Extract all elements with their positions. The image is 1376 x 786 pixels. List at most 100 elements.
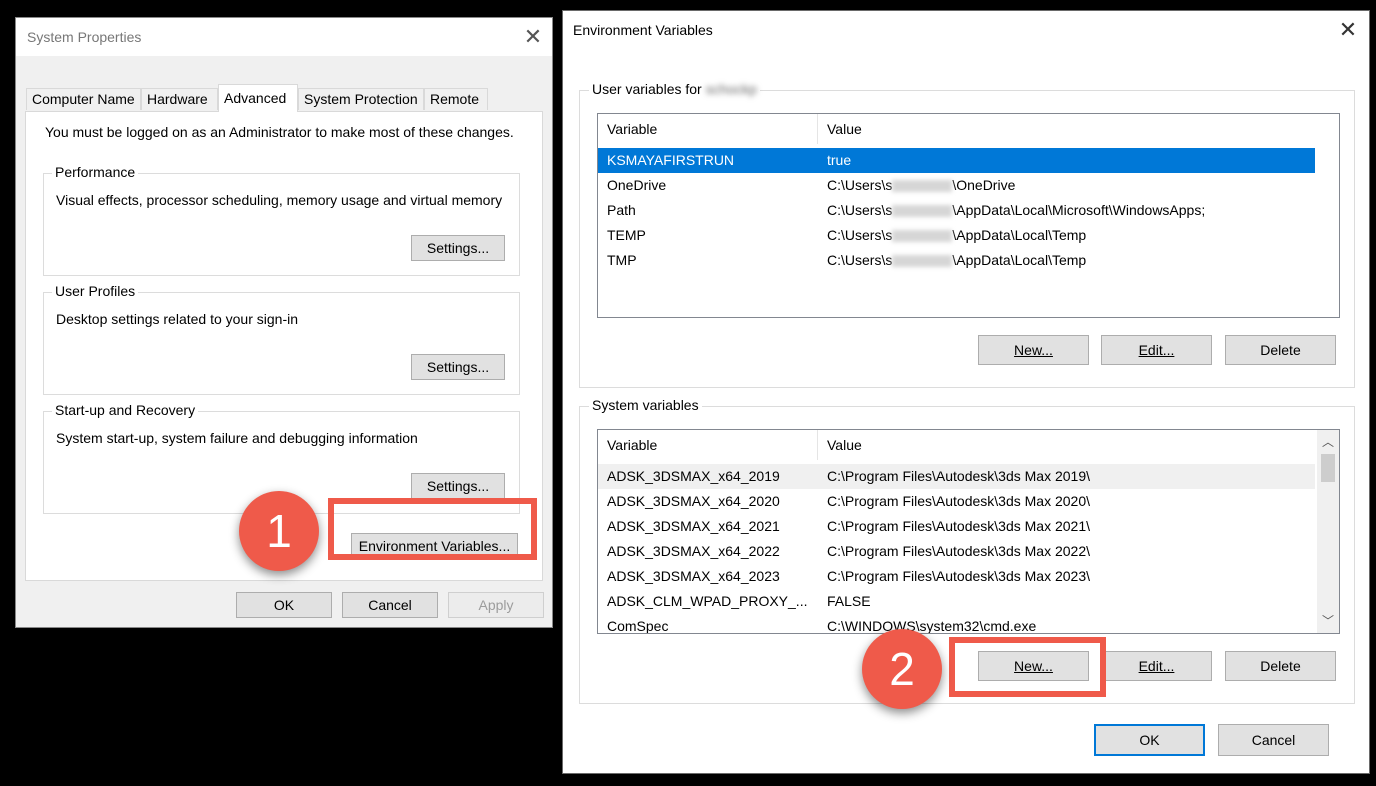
user-profiles-settings-button[interactable]: Settings...	[411, 354, 505, 380]
value-prefix: C:\Users\s	[827, 227, 892, 243]
list-item[interactable]: ADSK_CLM_WPAD_PROXY_... FALSE	[598, 589, 1315, 614]
value-prefix: C:\Users\s	[827, 177, 892, 193]
value-suffix: \AppData\Local\Microsoft\WindowsApps;	[952, 202, 1205, 218]
variable-name: OneDrive	[607, 173, 666, 198]
variable-value: C:\Users\s \OneDrive	[827, 173, 1015, 198]
user-variables-group: User variables for schockp Variable Valu…	[579, 90, 1355, 388]
user-new-label: New...	[1014, 342, 1053, 358]
column-header-variable[interactable]: Variable	[598, 114, 818, 144]
list-item[interactable]: OneDrive C:\Users\s \OneDrive	[598, 173, 1315, 198]
variable-value: FALSE	[827, 589, 871, 614]
close-icon[interactable]: ✕	[1337, 19, 1359, 41]
tab-computer-name[interactable]: Computer Name	[26, 88, 141, 110]
system-variables-label: System variables	[589, 397, 702, 413]
startup-recovery-settings-button[interactable]: Settings...	[411, 473, 505, 499]
user-delete-label: Delete	[1260, 342, 1300, 358]
list-item[interactable]: ADSK_3DSMAX_x64_2019 C:\Program Files\Au…	[598, 464, 1315, 489]
user-profiles-desc: Desktop settings related to your sign-in	[56, 311, 298, 327]
system-new-highlight	[949, 637, 1106, 697]
tab-system-protection[interactable]: System Protection	[298, 88, 424, 110]
system-variables-list[interactable]: Variable Value ADSK_3DSMAX_x64_2019 C:\P…	[597, 429, 1340, 634]
variable-value: C:\Program Files\Autodesk\3ds Max 2022\	[827, 539, 1090, 564]
column-header-value[interactable]: Value	[818, 114, 1318, 144]
chevron-down-icon[interactable]: ﹀	[1317, 611, 1339, 631]
variable-value: C:\Program Files\Autodesk\3ds Max 2023\	[827, 564, 1090, 589]
startup-recovery-label: Start-up and Recovery	[52, 402, 198, 418]
scrollbar-thumb[interactable]	[1321, 454, 1335, 482]
apply-button[interactable]: Apply	[448, 592, 544, 618]
variable-name: ComSpec	[607, 614, 668, 634]
startup-recovery-desc: System start-up, system failure and debu…	[56, 430, 418, 446]
variable-value: C:\Program Files\Autodesk\3ds Max 2019\	[827, 464, 1090, 489]
performance-desc: Visual effects, processor scheduling, me…	[56, 192, 502, 208]
variable-name: ADSK_3DSMAX_x64_2020	[607, 489, 780, 514]
value-prefix: C:\Users\s	[827, 202, 892, 218]
environment-variables-highlight	[328, 498, 537, 560]
performance-settings-button[interactable]: Settings...	[411, 235, 505, 261]
system-edit-button[interactable]: Edit...	[1101, 651, 1212, 681]
tab-remote[interactable]: Remote	[424, 88, 488, 110]
value-suffix: \AppData\Local\Temp	[952, 227, 1086, 243]
list-item[interactable]: TEMP C:\Users\s \AppData\Local\Temp	[598, 223, 1315, 248]
user-new-button[interactable]: New...	[978, 335, 1089, 365]
list-item[interactable]: ComSpec C:\WINDOWS\system32\cmd.exe	[598, 614, 1315, 634]
list-item[interactable]: ADSK_3DSMAX_x64_2023 C:\Program Files\Au…	[598, 564, 1315, 589]
chevron-up-icon[interactable]: ︿	[1317, 432, 1339, 452]
environment-variables-title: Environment Variables	[573, 22, 713, 38]
variable-name: Path	[607, 198, 636, 223]
variable-value: C:\Users\s \AppData\Local\Temp	[827, 223, 1086, 248]
performance-group: Performance Visual effects, processor sc…	[43, 173, 520, 276]
list-item[interactable]: ADSK_3DSMAX_x64_2022 C:\Program Files\Au…	[598, 539, 1315, 564]
env-cancel-button[interactable]: Cancel	[1218, 724, 1329, 756]
list-item[interactable]: ADSK_3DSMAX_x64_2020 C:\Program Files\Au…	[598, 489, 1315, 514]
variable-value: C:\Users\s \AppData\Local\Microsoft\Windo…	[827, 198, 1205, 223]
user-variables-list[interactable]: Variable Value KSMAYAFIRSTRUN true OneDr…	[597, 113, 1340, 318]
column-header-variable[interactable]: Variable	[598, 430, 818, 460]
variable-value: C:\Program Files\Autodesk\3ds Max 2021\	[827, 514, 1090, 539]
step-1-badge: 1	[239, 491, 319, 571]
redacted-username	[892, 255, 952, 267]
admin-note: You must be logged on as an Administrato…	[45, 124, 514, 140]
system-delete-label: Delete	[1260, 658, 1300, 674]
variable-name: ADSK_CLM_WPAD_PROXY_...	[607, 589, 807, 614]
list-item[interactable]: Path C:\Users\s \AppData\Local\Microsoft\…	[598, 198, 1315, 223]
value-prefix: C:\Users\s	[827, 252, 892, 268]
redacted-username	[892, 205, 952, 217]
variable-value: C:\WINDOWS\system32\cmd.exe	[827, 614, 1036, 634]
variable-name: TMP	[607, 248, 637, 273]
variable-value: true	[827, 148, 851, 173]
user-variables-username: schockp	[706, 81, 757, 97]
value-suffix: \AppData\Local\Temp	[952, 252, 1086, 268]
variable-name: ADSK_3DSMAX_x64_2023	[607, 564, 780, 589]
system-properties-title: System Properties	[27, 29, 141, 45]
env-ok-button[interactable]: OK	[1094, 724, 1205, 756]
user-edit-label: Edit...	[1139, 342, 1175, 358]
variable-name: KSMAYAFIRSTRUN	[607, 148, 734, 173]
variable-name: ADSK_3DSMAX_x64_2021	[607, 514, 780, 539]
close-icon[interactable]: ✕	[522, 26, 544, 48]
user-delete-button[interactable]: Delete	[1225, 335, 1336, 365]
performance-label: Performance	[52, 164, 138, 180]
user-profiles-label: User Profiles	[52, 283, 138, 299]
value-suffix: \OneDrive	[952, 177, 1015, 193]
ok-button[interactable]: OK	[236, 592, 332, 618]
redacted-username	[892, 230, 952, 242]
cancel-button[interactable]: Cancel	[342, 592, 438, 618]
vertical-scrollbar[interactable]: ︿ ﹀	[1317, 430, 1339, 633]
variable-name: TEMP	[607, 223, 646, 248]
redacted-username	[892, 180, 952, 192]
list-item[interactable]: ADSK_3DSMAX_x64_2021 C:\Program Files\Au…	[598, 514, 1315, 539]
tab-advanced[interactable]: Advanced	[218, 84, 298, 112]
list-item[interactable]: TMP C:\Users\s \AppData\Local\Temp	[598, 248, 1315, 273]
user-variables-label-text: User variables for	[592, 81, 702, 97]
column-header-value[interactable]: Value	[818, 430, 1318, 460]
step-2-badge: 2	[862, 629, 942, 709]
variable-name: ADSK_3DSMAX_x64_2022	[607, 539, 780, 564]
user-profiles-group: User Profiles Desktop settings related t…	[43, 292, 520, 395]
user-edit-button[interactable]: Edit...	[1101, 335, 1212, 365]
tab-hardware[interactable]: Hardware	[141, 88, 218, 110]
list-item[interactable]: KSMAYAFIRSTRUN true	[598, 148, 1315, 173]
system-edit-label: Edit...	[1139, 658, 1175, 674]
system-delete-button[interactable]: Delete	[1225, 651, 1336, 681]
variable-value: C:\Users\s \AppData\Local\Temp	[827, 248, 1086, 273]
